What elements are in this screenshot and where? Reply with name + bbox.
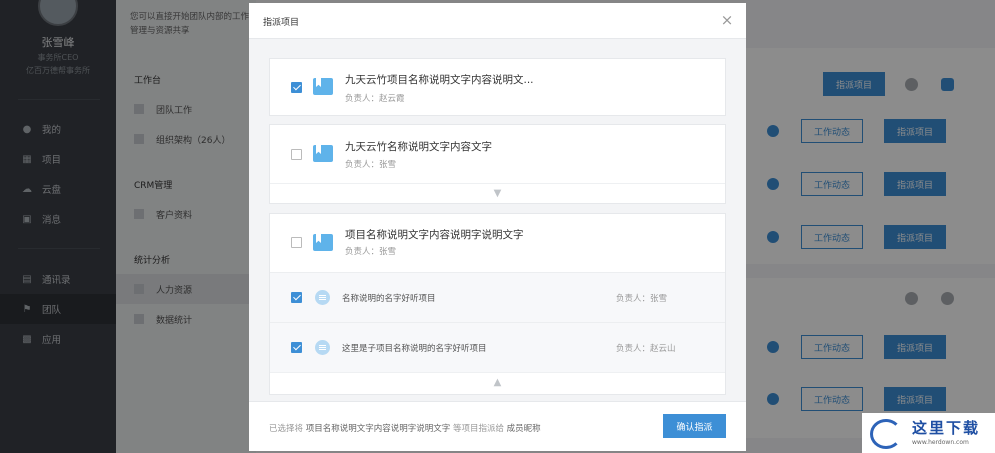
close-icon[interactable]: × — [720, 11, 734, 29]
project-name: 项目名称说明文字内容说明字说明文字 — [345, 229, 524, 241]
dialog-body[interactable]: 九天云竹项目名称说明文字内容说明文... 负责人：赵云霞 九天云竹名称说明文字内… — [249, 40, 746, 396]
confirm-assign-button[interactable]: 确认指派 — [663, 414, 726, 438]
watermark: 这里下载 www.herdown.com — [862, 413, 995, 453]
subproject-name: 名称说明的名字好听项目 — [342, 294, 436, 304]
project-checkbox[interactable] — [291, 237, 302, 248]
project-name: 九天云竹项目名称说明文字内容说明文... — [345, 74, 534, 86]
subproject-checkbox[interactable] — [291, 292, 302, 303]
summary-prefix: 已选择将 — [269, 424, 304, 434]
project-item[interactable]: 九天云竹项目名称说明文字内容说明文... 负责人：赵云霞 — [269, 58, 726, 116]
watermark-url: www.herdown.com — [912, 439, 969, 446]
subproject-owner: 负责人：赵云山 — [616, 344, 676, 354]
project-item[interactable]: 九天云竹名称说明文字内容文字 负责人：张雪 ▼ — [269, 124, 726, 204]
watermark-logo-icon — [870, 419, 902, 449]
project-name: 九天云竹名称说明文字内容文字 — [345, 141, 492, 153]
list-icon — [315, 340, 330, 355]
project-owner: 负责人：赵云霞 — [345, 94, 405, 104]
collapse-chevron-up-icon[interactable]: ▲ — [270, 372, 725, 392]
project-checkbox[interactable] — [291, 149, 302, 160]
dialog-footer: 已选择将 项目名称说明文字内容说明字说明文字 等项目指派给 成员昵称 确认指派 — [249, 401, 746, 451]
project-owner: 负责人：张雪 — [345, 160, 397, 170]
project-icon — [313, 234, 333, 251]
subproject-item[interactable]: 名称说明的名字好听项目 负责人：张雪 — [270, 272, 725, 322]
subproject-owner: 负责人：张雪 — [616, 294, 668, 304]
summary-member: 成员昵称 — [506, 424, 541, 434]
dialog-header: 指派项目 × — [249, 3, 746, 39]
project-icon — [313, 78, 333, 95]
expand-chevron-down-icon[interactable]: ▼ — [270, 183, 725, 203]
subproject-item[interactable]: 这里是子项目名称说明的名字好听项目 负责人：赵云山 — [270, 322, 725, 372]
project-icon — [313, 145, 333, 162]
project-checkbox[interactable] — [291, 82, 302, 93]
selection-summary: 已选择将 项目名称说明文字内容说明字说明文字 等项目指派给 成员昵称 — [269, 422, 541, 434]
dialog-title: 指派项目 — [263, 18, 300, 28]
summary-middle: 等项目指派给 — [452, 424, 504, 434]
assign-project-dialog: 指派项目 × 九天云竹项目名称说明文字内容说明文... 负责人：赵云霞 九天云竹… — [249, 3, 746, 451]
list-icon — [315, 290, 330, 305]
project-owner: 负责人：张雪 — [345, 247, 397, 257]
summary-project: 项目名称说明文字内容说明字说明文字 — [305, 424, 451, 434]
subproject-name: 这里是子项目名称说明的名字好听项目 — [342, 344, 487, 354]
project-item[interactable]: 项目名称说明文字内容说明字说明文字 负责人：张雪 名称说明的名字好听项目 负责人… — [269, 213, 726, 395]
watermark-title: 这里下载 — [912, 419, 981, 437]
subproject-checkbox[interactable] — [291, 342, 302, 353]
